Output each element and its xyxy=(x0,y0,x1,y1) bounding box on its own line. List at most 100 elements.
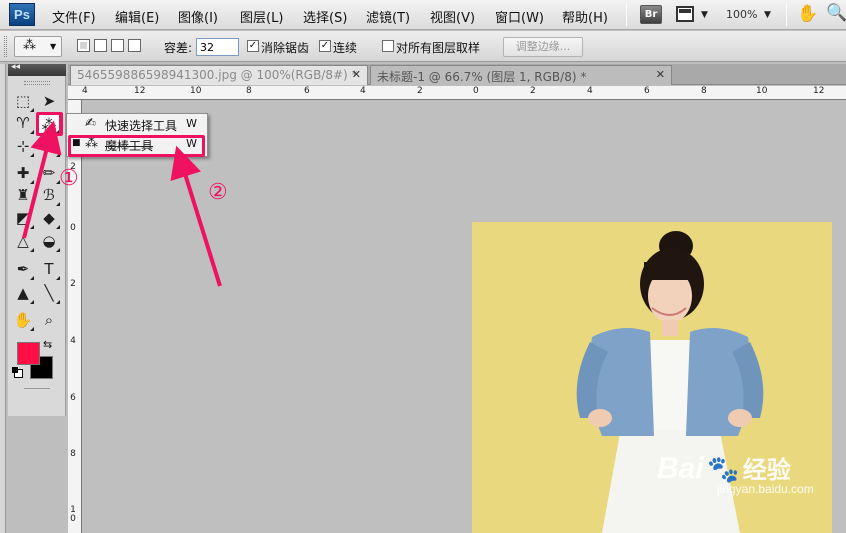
contiguous-checkbox[interactable]: ✓ xyxy=(319,40,331,52)
watermark-brand: Bai xyxy=(657,452,704,485)
lasso-tool-icon[interactable]: ♈ xyxy=(12,112,34,134)
type-tool-icon[interactable]: T xyxy=(38,258,60,280)
zoom-tool-icon[interactable]: 🔍 xyxy=(826,3,846,23)
ruler-tick-label: 10 xyxy=(190,86,202,96)
blur-tool-icon[interactable]: △ xyxy=(12,230,34,252)
ruler-tick-label: 4 xyxy=(82,86,88,96)
magic-wand-icon: ⁂ xyxy=(23,38,36,53)
annotation-highlight-menu-item xyxy=(68,135,205,157)
spot-healing-tool-icon[interactable]: ✚ xyxy=(12,162,34,184)
tab-title: 546559886598941300.jpg @ 100%(RGB/8#) * xyxy=(77,68,358,82)
annotation-step-2: ② xyxy=(208,180,228,205)
ruler-tick-label: 0 xyxy=(473,86,479,96)
photo-image[interactable]: Bai 🐾 经验 jingyan.baidu.com xyxy=(472,222,832,533)
zoom-tool-icon[interactable]: ⌕ xyxy=(38,309,60,331)
tolerance-label: 容差: xyxy=(164,41,193,55)
ruler-tick-label: 6 xyxy=(304,86,310,96)
document-canvas[interactable]: Bai 🐾 经验 jingyan.baidu.com xyxy=(83,101,846,533)
add-to-selection-button[interactable] xyxy=(94,39,107,52)
foreground-color-swatch[interactable] xyxy=(17,342,40,365)
options-bar-grip[interactable] xyxy=(4,36,7,57)
ruler-tick-label: 6 xyxy=(70,393,76,403)
left-panel-edge xyxy=(0,64,6,533)
anti-alias-checkbox[interactable]: ✓ xyxy=(247,40,259,52)
history-brush-tool-icon[interactable]: ℬ xyxy=(38,184,60,206)
ruler-tick-label: 10 xyxy=(756,86,768,96)
flyout-item-shortcut: W xyxy=(186,117,197,130)
clone-stamp-tool-icon[interactable]: ♜ xyxy=(12,184,34,206)
ruler-tick-label: 1 0 xyxy=(70,505,76,524)
ruler-tick-label: 8 xyxy=(701,86,707,96)
menu-edit[interactable]: 编辑(E) xyxy=(115,7,159,26)
photoshop-logo: Ps xyxy=(9,3,35,26)
new-selection-button[interactable] xyxy=(77,39,90,52)
tab-document-2[interactable]: 未标题-1 @ 66.7% (图层 1, RGB/8) * ✕ xyxy=(370,65,672,85)
ruler-tick-label: 8 xyxy=(246,86,252,96)
baidu-watermark: Bai 🐾 经验 jingyan.baidu.com xyxy=(657,450,814,496)
ruler-tick-label: 4 xyxy=(70,336,76,346)
slice-tool-icon[interactable]: ✎ xyxy=(38,135,60,157)
path-selection-tool-icon[interactable]: ▲ xyxy=(12,282,34,304)
swap-colors-icon[interactable]: ⇆ xyxy=(43,338,52,351)
horizontal-ruler[interactable]: 4 12 10 8 6 4 2 0 2 4 6 8 10 12 xyxy=(68,86,846,100)
ruler-tick-label: 4 xyxy=(587,86,593,96)
refine-edge-button[interactable]: 调整边缘... xyxy=(503,37,583,57)
quick-mask-icon[interactable] xyxy=(24,388,50,390)
menu-separator xyxy=(786,4,787,26)
paint-bucket-tool-icon[interactable]: ◆ xyxy=(38,207,60,229)
flyout-item-quick-selection[interactable]: ✍ 快速选择工具 W xyxy=(67,115,207,135)
zoom-dropdown-icon[interactable]: ▼ xyxy=(764,10,771,20)
eraser-tool-icon[interactable]: ◩ xyxy=(12,207,34,229)
menu-help[interactable]: 帮助(H) xyxy=(562,7,608,26)
menu-separator xyxy=(626,4,627,26)
ruler-tick-label: 12 xyxy=(813,86,825,96)
brush-tool-icon[interactable]: ✏ xyxy=(38,162,60,184)
ruler-tick-label: 4 xyxy=(360,86,366,96)
ruler-tick-label: 12 xyxy=(134,86,146,96)
ruler-tick-label: 8 xyxy=(70,449,76,459)
default-colors-icon[interactable] xyxy=(12,367,23,378)
hand-tool-icon[interactable]: ✋ xyxy=(797,4,818,24)
sample-all-layers-label: 对所有图层取样 xyxy=(396,41,481,55)
tab-title: 未标题-1 @ 66.7% (图层 1, RGB/8) * xyxy=(377,70,587,84)
menu-filter[interactable]: 滤镜(T) xyxy=(366,7,410,26)
anti-alias-label: 消除锯齿 xyxy=(261,41,310,55)
toolbox-header[interactable]: ◂◂ xyxy=(8,62,66,76)
close-icon[interactable]: ✕ xyxy=(352,68,361,81)
options-bar: ⁂ ▼ 容差: ✓ 消除锯齿 ✓ 连续 对所有图层取样 调整边缘... xyxy=(0,31,846,62)
menu-view[interactable]: 视图(V) xyxy=(430,7,475,26)
menu-select[interactable]: 选择(S) xyxy=(303,7,347,26)
quick-selection-icon: ✍ xyxy=(85,116,96,131)
tool-preset-picker[interactable]: ⁂ ▼ xyxy=(14,36,62,57)
menu-bar: Ps 文件(F) 编辑(E) 图像(I) 图层(L) 选择(S) 滤镜(T) 视… xyxy=(0,0,846,30)
intersect-selection-button[interactable] xyxy=(128,39,141,52)
sample-all-layers-checkbox[interactable] xyxy=(382,40,394,52)
marquee-tool-icon[interactable]: ⬚ xyxy=(12,90,34,112)
ruler-tick-label: 2 xyxy=(70,279,76,289)
view-extras-icon[interactable] xyxy=(676,6,694,22)
tolerance-input[interactable] xyxy=(196,38,239,56)
crop-tool-icon[interactable]: ⊹ xyxy=(12,135,34,157)
tab-document-1[interactable]: 546559886598941300.jpg @ 100%(RGB/8#) * … xyxy=(70,65,368,85)
subtract-from-selection-button[interactable] xyxy=(111,39,124,52)
annotation-highlight-tool xyxy=(36,112,63,136)
menu-layer[interactable]: 图层(L) xyxy=(240,7,283,26)
toolbox-grip[interactable] xyxy=(24,81,50,85)
close-icon[interactable]: ✕ xyxy=(656,68,665,81)
pen-tool-icon[interactable]: ✒ xyxy=(12,258,34,280)
vertical-ruler[interactable]: 2 0 2 4 6 8 1 0 xyxy=(68,100,82,533)
watermark-brand-2: 经验 xyxy=(742,457,791,484)
menu-file[interactable]: 文件(F) xyxy=(52,7,96,26)
collapse-icon[interactable]: ◂◂ xyxy=(11,62,20,72)
view-extras-dropdown-icon[interactable]: ▼ xyxy=(701,10,708,20)
bridge-button[interactable]: Br xyxy=(640,5,662,24)
ruler-tick-label: 6 xyxy=(644,86,650,96)
move-tool-icon[interactable]: ➤ xyxy=(38,90,60,112)
dodge-tool-icon[interactable]: ◒ xyxy=(38,230,60,252)
menu-image[interactable]: 图像(I) xyxy=(178,7,218,26)
menu-window[interactable]: 窗口(W) xyxy=(495,7,544,26)
hand-tool-icon[interactable]: ✋ xyxy=(12,309,34,331)
document-tab-bar: 546559886598941300.jpg @ 100%(RGB/8#) * … xyxy=(68,64,846,85)
zoom-level[interactable]: 100% xyxy=(726,8,757,21)
line-tool-icon[interactable]: ╲ xyxy=(38,282,60,304)
